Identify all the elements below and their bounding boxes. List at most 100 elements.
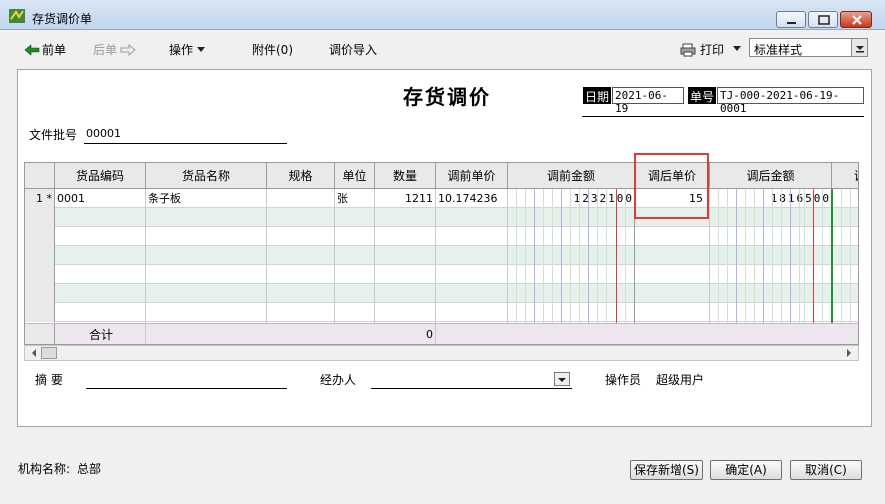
header-corner	[25, 163, 55, 189]
close-button[interactable]	[840, 11, 872, 28]
table-row[interactable]: 1 * 0001 条子板 张 1211 10.174236 1232100 15…	[25, 189, 858, 208]
digit-line	[736, 189, 737, 344]
toolbar: 前单 后单 操作 附件(0) 调价导入 打印 标准样式	[16, 36, 872, 64]
header-amount-before[interactable]: 调前金额	[508, 163, 635, 189]
price-import-button[interactable]: 调价导入	[329, 41, 377, 58]
doc-number-field[interactable]: TJ-000-2021-06-19-0001	[717, 87, 864, 115]
header-rule	[582, 116, 864, 117]
scroll-left-icon[interactable]	[27, 346, 41, 360]
operator-label: 操作员	[605, 373, 642, 387]
print-style-select[interactable]: 标准样式	[749, 38, 868, 57]
digit-line	[597, 189, 598, 344]
header-spec[interactable]: 规格	[267, 163, 335, 189]
digit-line	[772, 189, 773, 344]
row-number	[25, 284, 55, 303]
chevron-down-icon	[558, 378, 566, 382]
cell-code[interactable]: 0001	[55, 189, 146, 208]
digit-line	[799, 189, 800, 344]
header-extra[interactable]: 调	[832, 163, 858, 189]
handler-field[interactable]	[371, 388, 572, 389]
batch-underline	[84, 143, 287, 144]
cell-qty[interactable]: 1211	[375, 189, 436, 208]
chevron-down-icon	[856, 46, 864, 53]
digit-line	[718, 189, 719, 344]
scrollbar-thumb[interactable]	[41, 347, 57, 359]
batch-field[interactable]: 00001	[86, 127, 121, 140]
digit-line	[534, 189, 535, 344]
header-code[interactable]: 货品编码	[55, 163, 146, 189]
scroll-right-icon[interactable]	[842, 346, 856, 360]
print-button[interactable]: 打印	[680, 41, 724, 58]
highlight-box	[634, 153, 709, 219]
arrow-right-icon	[120, 43, 136, 56]
table-row[interactable]	[25, 303, 858, 322]
column-divider	[507, 189, 508, 323]
operator-value: 超级用户	[656, 373, 705, 387]
handler-label: 经办人	[320, 373, 357, 387]
print-label: 打印	[700, 43, 725, 57]
table-row[interactable]	[25, 265, 858, 284]
confirm-button[interactable]: 确定(A)	[710, 460, 782, 480]
cell-unit[interactable]: 张	[335, 189, 375, 208]
page-title: 存货调价	[403, 85, 491, 109]
table-row[interactable]	[25, 246, 858, 265]
operations-label: 操作	[169, 43, 194, 57]
digit-line	[625, 189, 626, 344]
batch-label: 文件批号	[29, 128, 78, 142]
operations-menu[interactable]: 操作	[169, 41, 206, 58]
cell-name[interactable]: 条子板	[146, 189, 267, 208]
org-label: 机构名称:	[18, 462, 71, 476]
cancel-button[interactable]: 取消(C)	[790, 460, 862, 480]
summary-field[interactable]	[86, 388, 287, 389]
column-divider	[374, 189, 375, 323]
row-number	[25, 246, 55, 265]
header-unit[interactable]: 单位	[335, 163, 375, 189]
header-name[interactable]: 货品名称	[146, 163, 267, 189]
date-label: 日期	[583, 87, 612, 104]
cell-spec[interactable]	[267, 189, 335, 208]
digit-line	[804, 189, 805, 344]
digit-line	[790, 189, 791, 344]
row-number	[25, 303, 55, 322]
digit-line	[822, 189, 823, 344]
column-divider	[709, 189, 710, 344]
digit-line	[606, 189, 607, 344]
prev-doc-button[interactable]: 前单	[24, 41, 66, 58]
table-row[interactable]	[25, 227, 858, 246]
maximize-button[interactable]	[808, 11, 838, 28]
next-doc-label: 后单	[93, 43, 118, 57]
next-doc-button[interactable]: 后单	[93, 41, 136, 58]
table-row[interactable]	[25, 284, 858, 303]
digit-line	[552, 189, 553, 344]
print-style-dropdown[interactable]	[851, 39, 867, 56]
cell-price-before[interactable]: 10.174236	[436, 189, 508, 208]
table-row[interactable]	[25, 208, 858, 227]
column-divider	[334, 189, 335, 323]
row-number	[25, 265, 55, 284]
digit-line	[516, 189, 517, 344]
header-price-before[interactable]: 调前单价	[436, 163, 508, 189]
window-title: 存货调价单	[32, 12, 93, 26]
column-divider	[266, 189, 267, 323]
print-style-value: 标准样式	[754, 43, 803, 57]
sum-row-corner	[25, 324, 55, 344]
digit-line	[781, 189, 782, 344]
handler-dropdown[interactable]	[554, 372, 570, 386]
sum-label: 合计	[55, 324, 146, 344]
window-titlebar[interactable]: 存货调价单	[0, 0, 885, 30]
date-field[interactable]: 2021-06-19	[612, 87, 684, 115]
column-divider	[435, 189, 436, 323]
row-number	[25, 208, 55, 227]
header-amount-after[interactable]: 调后金额	[710, 163, 832, 189]
header-qty[interactable]: 数量	[375, 163, 436, 189]
row-number	[25, 227, 55, 246]
minimize-button[interactable]	[776, 11, 806, 28]
caret-down-icon	[197, 46, 206, 52]
print-dropdown[interactable]	[733, 41, 741, 55]
attachment-button[interactable]: 附件(0)	[252, 41, 293, 58]
document-panel: 存货调价 日期 2021-06-19 单号 TJ-000-2021-06-19-…	[17, 69, 872, 427]
items-grid[interactable]: 货品编码 货品名称 规格 单位 数量 调前单价 调前金额 调后单价 调后金额 调…	[24, 162, 859, 345]
digit-line	[745, 189, 746, 344]
grid-horizontal-scrollbar[interactable]	[24, 345, 859, 361]
save-new-button[interactable]: 保存新增(S)	[630, 460, 703, 480]
